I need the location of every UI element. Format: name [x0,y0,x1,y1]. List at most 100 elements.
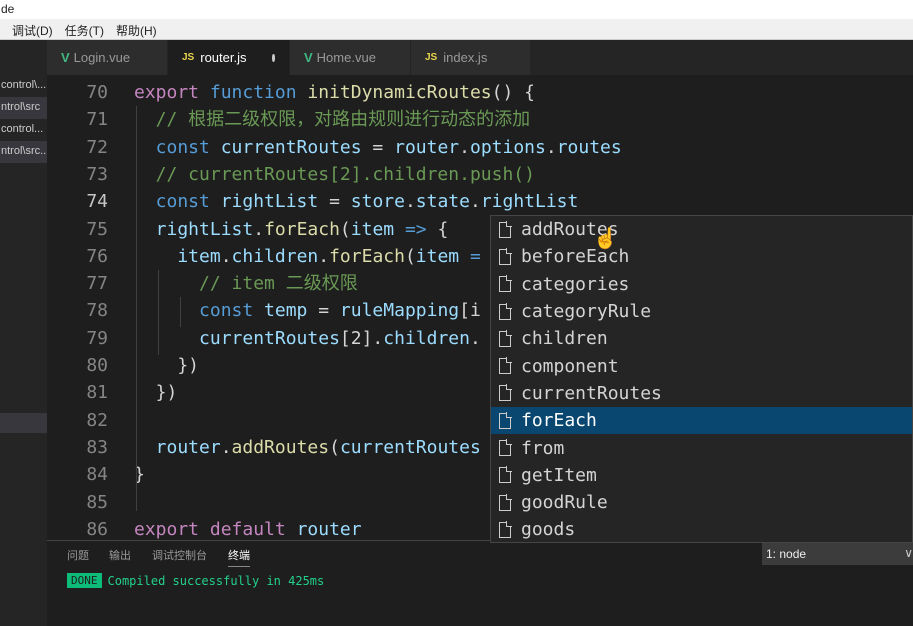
code-token: = [307,300,340,322]
code-token: routes [556,136,622,158]
code-token: addRoutes [231,436,330,458]
code-token: // 根据二级权限，对路由规则进行动态的添加 [134,109,531,131]
code-token: rightList [220,191,319,213]
indent-guide [158,270,159,355]
autocomplete-item[interactable]: getItem [491,462,912,489]
code-text: export function initDynamicRoutes() { [134,79,535,106]
sidebar-item[interactable]: control\... [0,75,47,97]
menu-debug[interactable]: 调试(D) [12,22,53,39]
panel-tab-output[interactable]: 输出 [109,547,131,563]
line-number: 84 [86,464,108,486]
code-token: children [231,245,319,267]
terminal-select[interactable]: 1: node ∨ [762,543,913,565]
hand-cursor-icon: ☝ [593,228,618,250]
autocomplete-label: goodRule [521,492,608,514]
autocomplete-item[interactable]: goods [491,516,912,543]
sidebar-item[interactable]: control... [0,119,47,141]
code-token: forEach [329,245,405,267]
code-text: export default router [134,516,362,540]
code-token: . [404,191,416,213]
code-token: [2]. [339,327,384,349]
code-token: => [394,218,438,240]
autocomplete-list[interactable]: addRoutes beforeEach categories categoryRul… [490,215,913,543]
code-token: temp [264,300,308,322]
code-token: { [437,218,449,240]
sidebar-item[interactable] [0,53,47,75]
code-token: item [415,245,460,267]
autocomplete-label: children [521,328,608,350]
code-token: rightList [134,218,254,240]
explorer-sidebar: control\... ntrol\src control... ntrol\s… [0,40,47,626]
autocomplete-label: goods [521,519,576,541]
tab-home-vue[interactable]: V Home.vue [290,40,411,75]
code-token: // currentRoutes[2].children.push() [134,163,535,185]
line-number: 73 [86,163,108,185]
code-token: default [209,518,297,540]
code-text: const temp = ruleMapping[i [134,297,481,324]
menu-help[interactable]: 帮助(H) [116,22,157,39]
window-title: de [0,0,913,19]
code-token: forEach [264,218,340,240]
code-text: // currentRoutes[2].children.push() [134,161,535,188]
code-text: const rightList = store.state.rightList [134,188,579,215]
autocomplete-label: component [521,355,619,377]
autocomplete-item[interactable]: categories [491,271,912,298]
line-number: 70 [86,82,108,103]
code-text: }) [134,352,199,379]
code-token: = [318,191,351,213]
code-token: }) [134,355,200,376]
autocomplete-item[interactable]: categoryRule [491,298,912,325]
sidebar-item[interactable]: ntrol\src.. [0,141,47,163]
code-token: children [383,327,470,349]
autocomplete-item[interactable]: goodRule [491,489,912,516]
code-token: ( [329,436,340,458]
js-icon: JS [425,52,438,63]
tab-index-js[interactable]: JS index.js [411,40,531,75]
property-icon [499,384,512,402]
code-token: ( [339,218,351,240]
code-token: const [134,136,221,158]
tab-router-js[interactable]: JS router.js [168,40,290,75]
code-text: // item 二级权限 [134,270,358,297]
indent-guide [180,297,181,327]
panel-tab-debug-console[interactable]: 调试控制台 [152,547,207,563]
line-number: 85 [86,491,108,513]
panel-tab-problems[interactable]: 问题 [67,547,89,563]
js-icon: JS [182,52,195,63]
tab-login-vue[interactable]: V Login.vue [47,40,168,75]
line-number: 86 [86,518,108,540]
autocomplete-item[interactable]: from [491,434,912,461]
property-icon [499,520,512,538]
code-token: () { [491,82,535,103]
code-token: initDynamicRoutes [307,82,492,103]
bottom-panel: 问题 输出 调试控制台 终端 1: node ∨ DONE Compiled suc… [47,540,913,626]
property-icon [499,357,512,375]
code-token: function [209,82,308,103]
code-token: . [253,218,265,240]
sidebar-item[interactable]: ntrol\src [0,97,47,119]
autocomplete-item[interactable]: component [491,352,912,379]
line-number: 75 [86,218,108,240]
autocomplete-label: currentRoutes [521,382,662,404]
autocomplete-item[interactable]: beforeEach [491,243,912,270]
vue-icon: V [61,50,70,65]
autocomplete-item[interactable]: forEach [491,407,912,435]
autocomplete-item[interactable]: currentRoutes [491,380,912,407]
menu-tasks[interactable]: 任务(T) [65,22,104,39]
line-number: 78 [86,300,108,322]
autocomplete-item[interactable]: children [491,325,912,352]
code-token: state [415,191,470,213]
code-token: . [318,245,330,267]
sidebar-item[interactable] [0,413,47,433]
code-token: router [296,518,362,540]
line-number: 82 [86,409,108,431]
code-token: currentRoutes [134,327,340,349]
autocomplete-label: categories [521,273,630,295]
unsaved-dot-icon[interactable] [272,53,275,62]
panel-tab-terminal[interactable]: 终端 [228,547,250,567]
code-token: }) [134,382,178,404]
done-badge: DONE [67,573,102,588]
autocomplete-item[interactable]: addRoutes [491,216,912,243]
line-number: 80 [86,355,108,376]
property-icon [499,247,512,265]
